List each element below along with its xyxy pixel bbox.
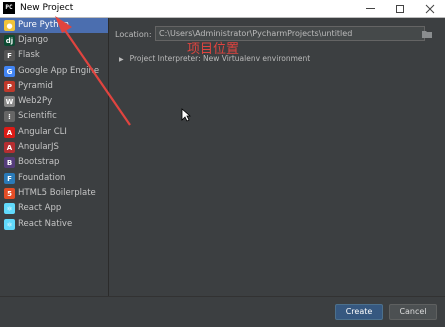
sidebar-item-label: React App [18, 203, 62, 213]
sidebar-item-label: HTML5 Boilerplate [18, 188, 96, 198]
minimize-icon [365, 8, 375, 9]
folder-icon [422, 30, 432, 38]
google-app-engine-icon: G [4, 66, 15, 77]
title-bar: PC New Project [0, 0, 445, 18]
maximize-button[interactable] [385, 0, 415, 17]
sidebar-item-angular-cli[interactable]: A Angular CLI [0, 125, 108, 140]
flask-icon: F [4, 50, 15, 61]
react-native-icon: ⚛ [4, 219, 15, 230]
sidebar-item-label: Angular CLI [18, 127, 67, 137]
mouse-cursor-icon [181, 108, 191, 122]
angularjs-icon: A [4, 142, 15, 153]
django-icon: dj [4, 35, 15, 46]
sidebar-item-label: Google App Engine [18, 66, 100, 76]
sidebar-item-label: React Native [18, 219, 73, 229]
sidebar-item-pure-python[interactable]: ● Pure Python [0, 18, 108, 33]
sidebar-item-angularjs[interactable]: A AngularJS [0, 140, 108, 155]
web2py-icon: W [4, 96, 15, 107]
html5-icon: 5 [4, 188, 15, 199]
sidebar-item-label: Flask [18, 50, 40, 60]
sidebar-item-pyramid[interactable]: P Pyramid [0, 79, 108, 94]
sidebar-item-label: Pyramid [18, 81, 53, 91]
sidebar-item-label: Foundation [18, 173, 66, 183]
sidebar-item-bootstrap[interactable]: B Bootstrap [0, 155, 108, 170]
create-button[interactable]: Create [335, 304, 383, 320]
angular-cli-icon: A [4, 127, 15, 138]
sidebar-item-foundation[interactable]: F Foundation [0, 171, 108, 186]
location-label: Location: [115, 30, 152, 39]
cancel-button[interactable]: Cancel [389, 304, 437, 320]
maximize-icon [396, 4, 404, 13]
location-input[interactable]: C:\Users\Administrator\PycharmProjects\u… [155, 26, 425, 41]
sidebar-item-react-native[interactable]: ⚛ React Native [0, 217, 108, 232]
expand-triangle-icon: ▶ [119, 56, 124, 63]
sidebar-item-label: Scientific [18, 111, 57, 121]
sidebar-item-flask[interactable]: F Flask [0, 48, 108, 63]
python-icon: ● [4, 20, 15, 31]
sidebar-item-web2py[interactable]: W Web2Py [0, 94, 108, 109]
sidebar-item-label: Web2Py [18, 96, 53, 106]
sidebar-item-label: Django [18, 35, 49, 45]
sidebar-item-html5-boilerplate[interactable]: 5 HTML5 Boilerplate [0, 186, 108, 201]
bootstrap-icon: B [4, 157, 15, 168]
sidebar-item-label: Bootstrap [18, 157, 60, 167]
pyramid-icon: P [4, 81, 15, 92]
close-button[interactable] [415, 0, 445, 17]
sidebar-item-react-app[interactable]: ⚛ React App [0, 201, 108, 216]
project-settings-panel: Location: C:\Users\Administrator\Pycharm… [109, 18, 445, 296]
browse-folder-button[interactable] [419, 26, 435, 41]
react-icon: ⚛ [4, 203, 15, 214]
sidebar-item-label: Pure Python [18, 20, 70, 30]
project-interpreter-toggle[interactable]: ▶ Project Interpreter: New Virtualenv env… [119, 54, 310, 63]
pycharm-icon: PC [3, 2, 15, 14]
sidebar-item-label: AngularJS [18, 142, 59, 152]
interpreter-label: Project Interpreter: New Virtualenv envi… [129, 54, 311, 63]
minimize-button[interactable] [355, 0, 385, 17]
project-type-list: ● Pure Python dj Django F Flask G Google App En… [0, 18, 108, 296]
sidebar-item-scientific[interactable]: ⁞ Scientific [0, 109, 108, 124]
close-icon [425, 4, 435, 13]
foundation-icon: F [4, 173, 15, 184]
sidebar-item-google-app-engine[interactable]: G Google App Engine [0, 64, 108, 79]
window-title: New Project [20, 3, 74, 13]
scientific-icon: ⁞ [4, 111, 15, 122]
sidebar-item-django[interactable]: dj Django [0, 33, 108, 48]
